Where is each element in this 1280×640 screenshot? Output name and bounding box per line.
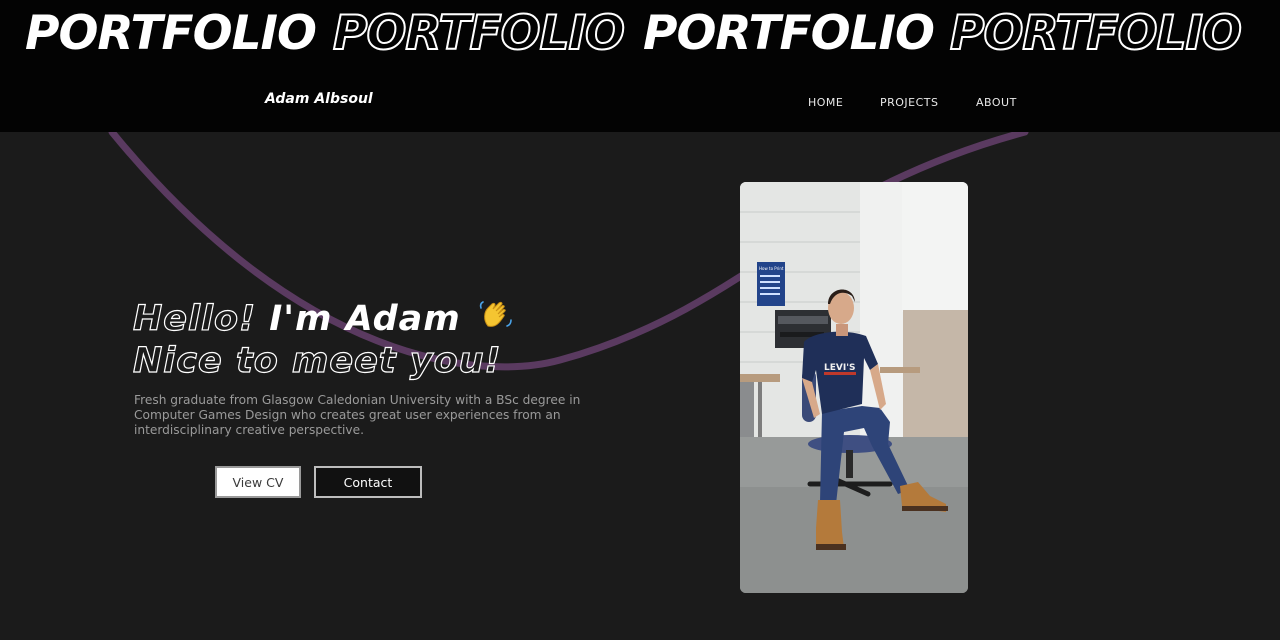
waving-hand-icon	[479, 301, 512, 327]
brand-name[interactable]: Adam Albsoul	[265, 91, 373, 107]
view-cv-button[interactable]: View CV	[215, 466, 301, 498]
hero-hello: Hello!	[132, 298, 257, 339]
marquee-word-solid: PORTFOLIO	[643, 6, 935, 61]
hero-heading-line-1: Hello! I'm Adam	[132, 298, 514, 340]
marquee-word-solid: PORTFOLIO	[25, 6, 317, 61]
hero-description: Fresh graduate from Glasgow Caledonian U…	[134, 393, 581, 437]
hero-nice-to-meet: Nice to meet you!	[132, 340, 502, 381]
marquee-word-outline: PORTFOLIO	[949, 5, 1243, 62]
decorative-curve	[108, 132, 1029, 371]
poster-title: How to Print	[759, 266, 784, 271]
marquee-word-outline: PORTFOLIO	[332, 5, 626, 62]
nav-home-link[interactable]: HOME	[808, 96, 843, 109]
nav-projects-link[interactable]: PROJECTS	[880, 96, 939, 109]
navbar: Adam Albsoul HOME PROJECTS ABOUT	[0, 72, 1280, 132]
hero-name: I'm Adam	[269, 299, 461, 339]
portfolio-marquee: PORTFOLIO PORTFOLIO PORTFOLIO PORTFOLIO	[0, 0, 1280, 72]
profile-photo: How to Print LEVI'S	[740, 182, 968, 593]
nav-about-link[interactable]: ABOUT	[976, 96, 1017, 109]
hero-heading-line-2: Nice to meet you!	[132, 340, 502, 382]
shirt-logo: LEVI'S	[824, 363, 855, 373]
contact-button[interactable]: Contact	[314, 466, 422, 498]
